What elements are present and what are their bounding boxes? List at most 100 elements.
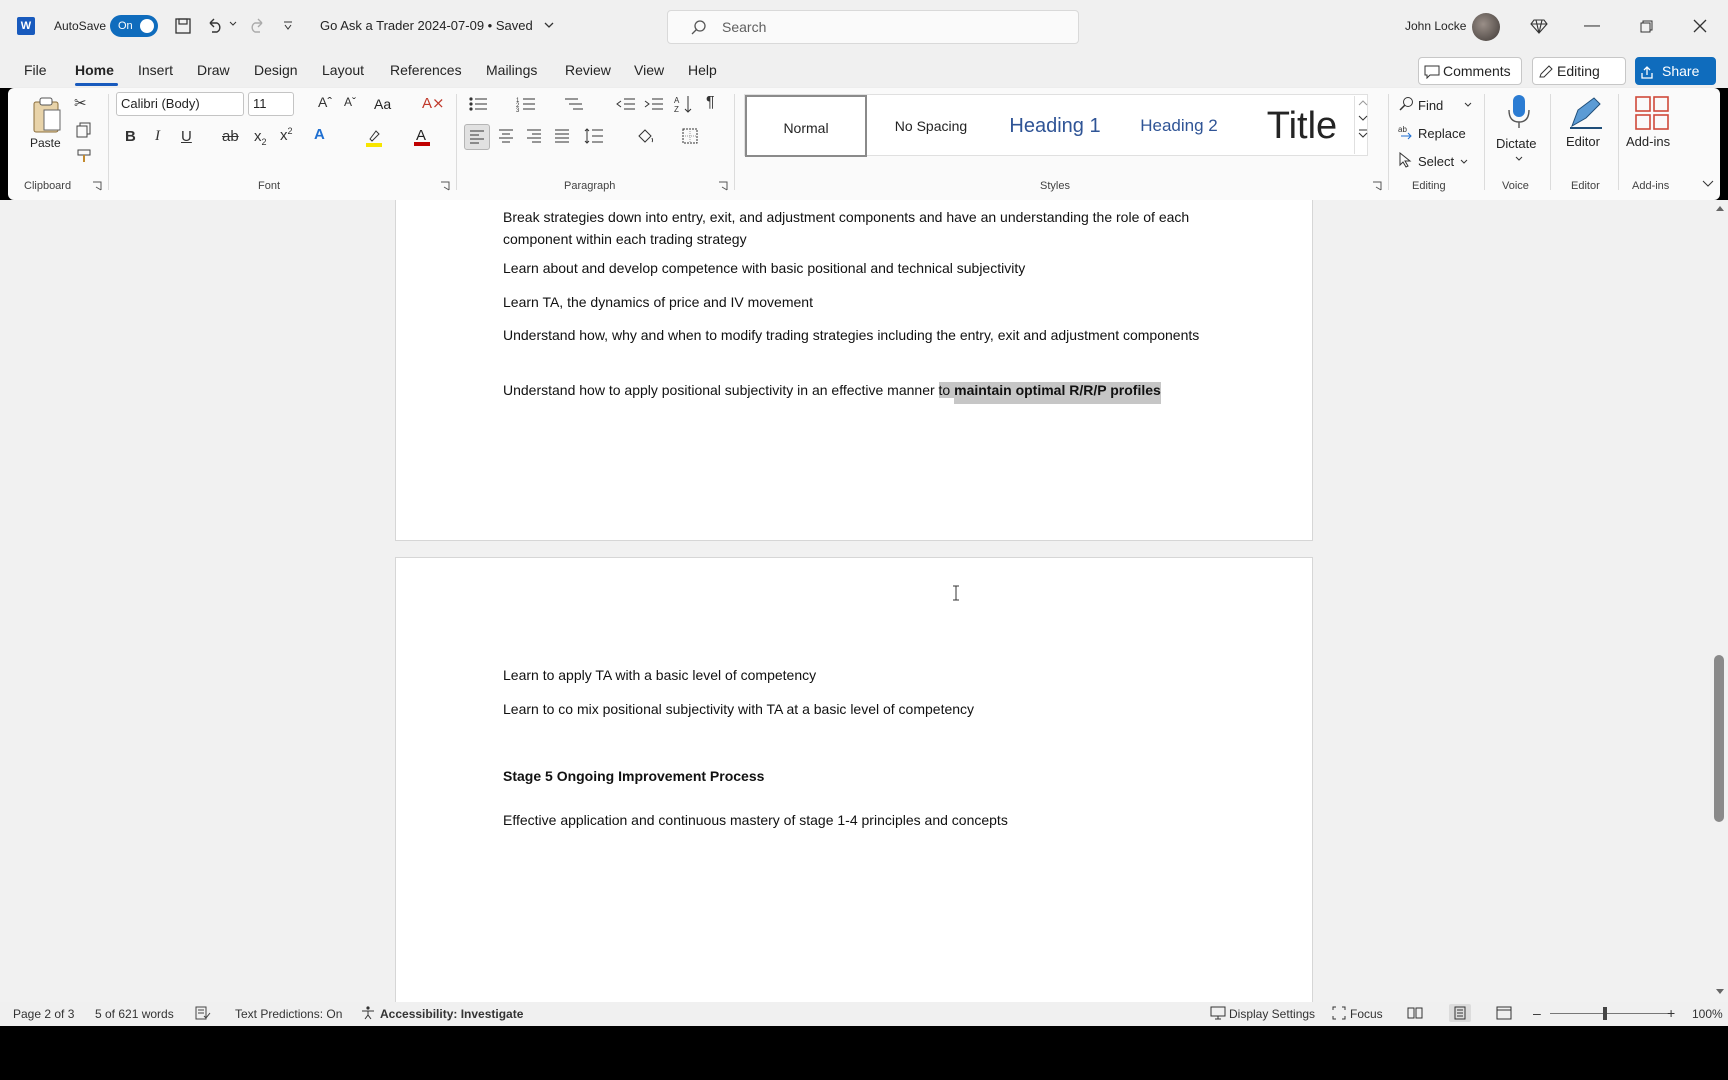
proofing-icon[interactable] (195, 1006, 211, 1020)
multilevel-list-icon[interactable] (564, 96, 584, 112)
styles-scroll[interactable] (1354, 96, 1370, 154)
style-no-spacing[interactable]: No Spacing (871, 95, 991, 157)
vertical-scrollbar[interactable] (1712, 200, 1728, 1002)
minimize-icon[interactable]: — (1580, 14, 1604, 38)
borders-icon[interactable] (682, 128, 698, 144)
highlight-color-icon[interactable] (364, 128, 384, 148)
zoom-in-icon[interactable]: + (1667, 1005, 1675, 1021)
styles-dialog-launcher-icon[interactable] (1372, 181, 1382, 191)
dialog-launcher-icon[interactable] (92, 181, 102, 191)
text-effects-icon[interactable]: A (314, 126, 325, 143)
paragraph[interactable]: Understand how, why and when to modify t… (503, 324, 1203, 346)
autosave-toggle[interactable]: On (110, 15, 158, 37)
bullets-icon[interactable] (468, 96, 488, 112)
style-normal[interactable]: Normal (745, 95, 867, 157)
accessibility-status[interactable]: Accessibility: Investigate (380, 1007, 523, 1021)
tab-design[interactable]: Design (254, 62, 298, 78)
undo-icon[interactable] (205, 16, 225, 34)
paragraph[interactable]: Break strategies down into entry, exit, … (503, 206, 1203, 250)
find-dropdown-icon[interactable] (1464, 102, 1472, 108)
format-painter-icon[interactable] (76, 148, 92, 164)
paragraph-dialog-launcher-icon[interactable] (718, 181, 728, 191)
scroll-thumb[interactable] (1714, 655, 1724, 822)
tab-references[interactable]: References (390, 62, 462, 78)
justify-icon[interactable] (554, 129, 570, 143)
paragraph[interactable]: Effective application and continuous mas… (503, 809, 1203, 831)
align-right-icon[interactable] (526, 129, 542, 143)
select-dropdown-icon[interactable] (1460, 159, 1468, 165)
shrink-font-icon[interactable]: Aˇ (344, 95, 356, 109)
paragraph[interactable]: Learn to apply TA with a basic level of … (503, 664, 1203, 686)
paste-icon[interactable] (30, 96, 64, 136)
tab-help[interactable]: Help (688, 62, 717, 78)
align-left-button[interactable] (464, 124, 490, 150)
dictate-dropdown-icon[interactable] (1515, 156, 1523, 162)
focus-button[interactable]: Focus (1350, 1007, 1383, 1021)
customize-toolbar-icon[interactable] (283, 21, 293, 31)
tab-draw[interactable]: Draw (197, 62, 230, 78)
tab-layout[interactable]: Layout (322, 62, 364, 78)
underline-icon[interactable]: U (181, 128, 192, 145)
paragraph[interactable]: Learn TA, the dynamics of price and IV m… (503, 291, 1203, 313)
document-canvas[interactable]: Break strategies down into entry, exit, … (0, 200, 1728, 1002)
style-heading-1[interactable]: Heading 1 (991, 95, 1119, 157)
addins-button[interactable]: Add-ins (1626, 134, 1670, 149)
redo-icon[interactable] (247, 16, 267, 34)
show-formatting-icon[interactable]: ¶ (706, 94, 715, 112)
dictate-button[interactable]: Dictate (1496, 136, 1536, 151)
bold-icon[interactable]: B (125, 128, 136, 145)
italic-icon[interactable]: I (155, 128, 160, 145)
zoom-slider[interactable] (1550, 1013, 1670, 1014)
read-mode-icon[interactable] (1407, 1006, 1423, 1020)
font-dialog-launcher-icon[interactable] (440, 181, 450, 191)
replace-button[interactable]: Replace (1418, 126, 1466, 141)
document-title[interactable]: Go Ask a Trader 2024-07-09 • Saved (320, 18, 533, 33)
paste-label[interactable]: Paste (30, 136, 61, 150)
strikethrough-icon[interactable]: ab (222, 128, 239, 145)
shading-icon[interactable] (636, 128, 654, 144)
superscript-icon[interactable]: x2 (280, 126, 293, 144)
numbering-icon[interactable]: 123 (516, 96, 536, 112)
sort-icon[interactable]: AZ (674, 94, 694, 114)
undo-dropdown-icon[interactable] (229, 20, 237, 28)
collapse-ribbon-icon[interactable] (1702, 180, 1714, 188)
tab-review[interactable]: Review (565, 62, 611, 78)
scroll-up-icon[interactable] (1715, 204, 1725, 212)
font-name-combo[interactable]: Calibri (Body) (116, 92, 244, 116)
text-predictions[interactable]: Text Predictions: On (235, 1007, 342, 1021)
paragraph[interactable]: Learn to co mix positional subjectivity … (503, 698, 1203, 720)
tab-file[interactable]: File (24, 62, 47, 78)
save-icon[interactable] (174, 17, 192, 35)
select-button[interactable]: Select (1418, 154, 1454, 169)
align-center-icon[interactable] (498, 129, 514, 143)
close-icon[interactable] (1688, 14, 1712, 38)
stage-heading[interactable]: Stage 5 Ongoing Improvement Process (503, 765, 1203, 787)
tab-mailings[interactable]: Mailings (486, 62, 537, 78)
change-case-button[interactable]: Aa (374, 96, 391, 112)
subscript-icon[interactable]: x2 (254, 128, 267, 147)
style-heading-2[interactable]: Heading 2 (1119, 95, 1239, 157)
addins-icon[interactable] (1635, 96, 1669, 130)
chevron-down-icon[interactable] (544, 22, 554, 30)
clear-formatting-icon[interactable]: A⨯ (422, 94, 445, 112)
user-name[interactable]: John Locke (1405, 19, 1466, 33)
grow-font-icon[interactable]: Aˆ (318, 94, 332, 110)
zoom-slider-thumb[interactable] (1603, 1007, 1607, 1020)
print-layout-button[interactable] (1449, 1004, 1471, 1022)
microphone-icon[interactable] (1506, 94, 1532, 130)
paragraph-with-selection[interactable]: Understand how to apply positional subje… (503, 379, 1203, 404)
search-box[interactable]: Search (667, 10, 1079, 44)
display-settings-button[interactable]: Display Settings (1229, 1007, 1315, 1021)
selected-text[interactable]: to (938, 382, 955, 398)
tab-insert[interactable]: Insert (138, 62, 173, 78)
font-color-icon[interactable]: A (412, 126, 432, 148)
style-title[interactable]: Title (1239, 95, 1365, 157)
word-count[interactable]: 5 of 621 words (95, 1007, 174, 1021)
editor-icon[interactable] (1568, 96, 1604, 130)
scroll-down-icon[interactable] (1715, 988, 1725, 996)
find-button[interactable]: Find (1418, 98, 1443, 113)
diamond-icon[interactable] (1530, 17, 1548, 35)
selected-bold-text[interactable]: maintain optimal R/R/P profiles (954, 382, 1161, 404)
web-layout-icon[interactable] (1496, 1006, 1512, 1020)
tab-home[interactable]: Home (75, 62, 114, 78)
